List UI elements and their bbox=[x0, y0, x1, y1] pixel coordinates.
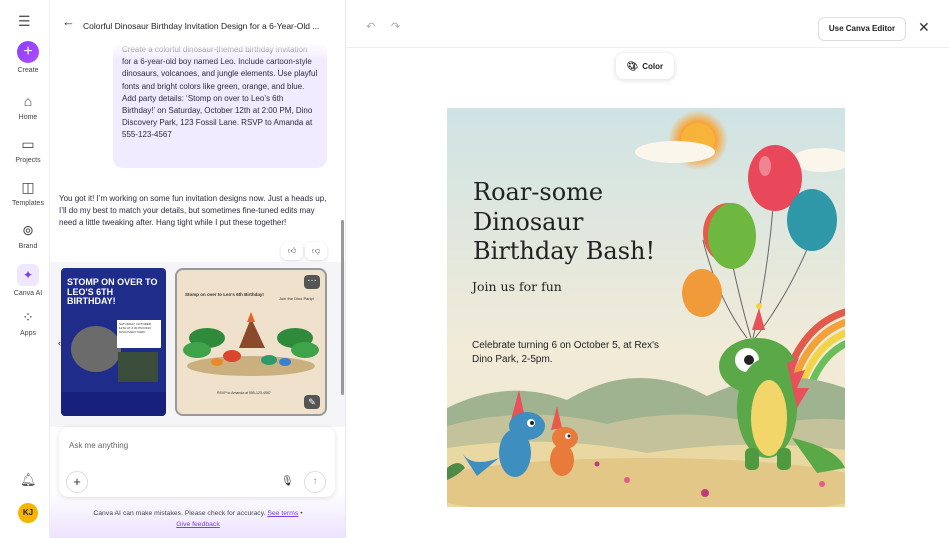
rail-create-label: Create bbox=[17, 67, 39, 74]
apps-icon: ⁘ bbox=[22, 309, 34, 325]
chat-title: Colorful Dinosaur Birthday Invitation De… bbox=[83, 21, 320, 31]
card1-info: SATURDAY, OCTOBER 12TH AT 2:00 PM DINO D… bbox=[117, 320, 161, 348]
design-option-1[interactable]: STOMP ON OVER TO LEO'S 6TH BIRTHDAY! SAT… bbox=[61, 268, 166, 416]
microphone-icon[interactable]: 🎙︎ bbox=[281, 476, 294, 487]
see-terms-link[interactable]: See terms bbox=[267, 510, 298, 517]
card1-volcano-image bbox=[118, 352, 158, 382]
card1-title: STOMP ON OVER TO LEO'S 6TH BIRTHDAY! bbox=[67, 277, 158, 306]
use-canva-editor-button[interactable]: Use Canva Editor bbox=[818, 17, 906, 41]
rail-home[interactable]: ⌂ Home bbox=[0, 92, 56, 121]
rail-create[interactable]: + Create bbox=[0, 41, 56, 74]
card1-blob-decoration bbox=[71, 326, 121, 372]
add-attachment-button[interactable]: + bbox=[66, 471, 88, 493]
thumbs-up-icon[interactable]: 👍︎ bbox=[281, 242, 303, 260]
redo-icon[interactable]: ↷ bbox=[391, 20, 400, 33]
rail-projects[interactable]: ▭ Projects bbox=[0, 135, 56, 164]
templates-icon: ◫ bbox=[21, 179, 35, 195]
back-arrow-icon[interactable]: ← bbox=[62, 14, 75, 29]
design-headline-line-2: Dinosaur bbox=[473, 207, 584, 236]
rail-apps-label: Apps bbox=[20, 330, 36, 337]
card2-title: Stomp on over to Leo's 6th Birthday! bbox=[185, 292, 264, 297]
avatar[interactable]: KJ bbox=[18, 503, 38, 523]
hamburger-menu-icon[interactable]: ☰ bbox=[18, 13, 31, 30]
rail-brand-label: Brand bbox=[18, 243, 38, 250]
design-option-2[interactable]: Stomp on over to Leo's 6th Birthday! Joi… bbox=[175, 268, 327, 416]
chevron-left-icon[interactable]: ‹ bbox=[58, 338, 61, 348]
edit-pencil-icon[interactable]: ✎ bbox=[304, 395, 320, 409]
folder-icon: ▭ bbox=[21, 136, 35, 152]
card2-rsvp: RSVP to Amanda at 555-123-4567 bbox=[217, 391, 271, 395]
canva-ai-chat-panel: ← Colorful Dinosaur Birthday Invitation … bbox=[50, 0, 346, 538]
design-join-text: Join us for fun bbox=[472, 279, 562, 294]
rail-apps[interactable]: ⁘ Apps bbox=[0, 308, 56, 337]
rail-projects-label: Projects bbox=[15, 157, 41, 164]
chat-composer: Ask me anything + 🎙︎ ↑ bbox=[59, 427, 335, 497]
design-headline-line-1: Roar-some bbox=[473, 178, 604, 206]
home-icon: ⌂ bbox=[23, 93, 33, 109]
rail-templates[interactable]: ◫ Templates bbox=[0, 178, 56, 207]
invitation-design[interactable]: Roar-some Dinosaur Birthday Bash! Join u… bbox=[447, 108, 845, 507]
color-button-label: Color bbox=[642, 62, 664, 71]
card2-dino-scene bbox=[183, 312, 319, 376]
design-headline-line-3: Birthday Bash! bbox=[473, 237, 656, 265]
give-feedback-link[interactable]: Give feedback bbox=[176, 521, 219, 528]
user-message: Create a colorful dinosaur-themed birthd… bbox=[113, 42, 327, 168]
chat-scrollbar[interactable] bbox=[341, 220, 344, 395]
bell-icon[interactable]: 🔔︎ bbox=[20, 472, 37, 488]
rail-templates-label: Templates bbox=[12, 200, 44, 207]
design-illustration bbox=[447, 108, 845, 507]
sparkle-icon: ✦ bbox=[17, 264, 39, 286]
disclaimer-text: Canva AI can make mistakes. Please check… bbox=[93, 510, 266, 517]
fade-overlay bbox=[113, 42, 327, 62]
undo-icon[interactable]: ↶ bbox=[366, 20, 375, 33]
rail-canva-ai-label: Canva AI bbox=[13, 290, 43, 297]
disclaimer: Canva AI can make mistakes. Please check… bbox=[93, 510, 303, 528]
preview-toolbar: ↶ ↷ Use Canva Editor ✕ bbox=[346, 0, 949, 48]
design-details: Celebrate turning 6 on October 5, at Rex… bbox=[472, 340, 660, 365]
send-button[interactable]: ↑ bbox=[304, 471, 326, 493]
palette-icon: 🎨︎ bbox=[626, 61, 639, 71]
left-rail: ☰ + Create ⌂ Home ▭ Projects ◫ Templates… bbox=[0, 0, 50, 538]
rail-home-label: Home bbox=[18, 114, 38, 121]
thumbs-down-icon[interactable]: 👎︎ bbox=[305, 242, 327, 260]
composer-input[interactable]: Ask me anything bbox=[69, 441, 128, 450]
rail-brand[interactable]: ⊚ Brand bbox=[0, 221, 56, 250]
card1-footer bbox=[61, 392, 166, 416]
plus-icon: + bbox=[17, 41, 39, 63]
more-options-icon[interactable]: … bbox=[304, 274, 320, 289]
brand-icon: ⊚ bbox=[22, 222, 34, 238]
color-button[interactable]: 🎨︎ Color bbox=[616, 53, 674, 79]
chat-header: ← Colorful Dinosaur Birthday Invitation … bbox=[50, 0, 345, 44]
app-root: ☰ + Create ⌂ Home ▭ Projects ◫ Templates… bbox=[0, 0, 949, 538]
design-headline: Roar-some Dinosaur Birthday Bash! bbox=[473, 178, 703, 267]
rail-canva-ai[interactable]: ✦ Canva AI bbox=[0, 264, 56, 297]
close-icon[interactable]: ✕ bbox=[918, 19, 930, 36]
ai-message: You got it! I’m working on some fun invi… bbox=[59, 194, 327, 228]
